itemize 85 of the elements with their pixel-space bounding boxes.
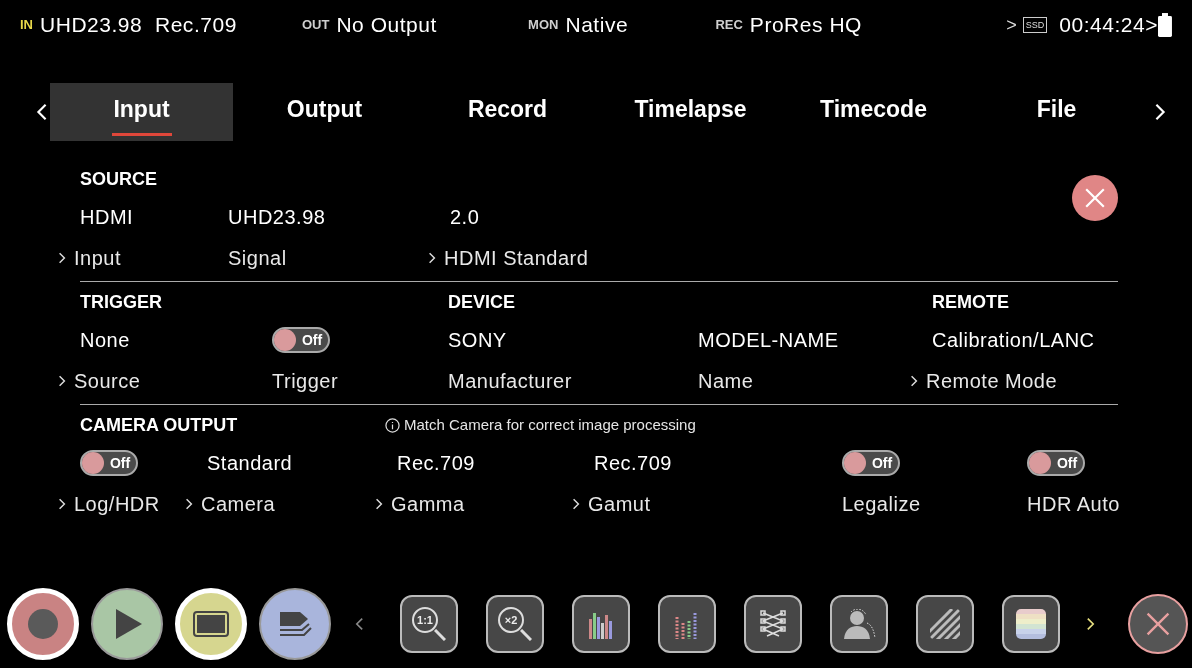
- section-heading: DEVICE: [448, 290, 516, 314]
- setting-value: HDMI: [80, 205, 134, 230]
- info-icon: [385, 417, 400, 433]
- setting-label[interactable]: Gamma: [375, 489, 465, 519]
- setting-label: HDR Auto: [1027, 492, 1120, 517]
- tool-button[interactable]: [830, 595, 888, 653]
- battery-icon: [1158, 13, 1172, 37]
- toggle-switch[interactable]: Off: [842, 450, 900, 476]
- stripes-icon: [930, 609, 960, 639]
- close-button[interactable]: [1128, 594, 1188, 654]
- chevron-right-icon[interactable]: [1086, 616, 1095, 632]
- status-tag: MON: [528, 15, 559, 35]
- toggle-switch[interactable]: Off: [80, 450, 138, 476]
- setting-value: Standard: [207, 451, 293, 476]
- tab[interactable]: File: [965, 83, 1148, 141]
- setting-value: 2.0: [450, 205, 480, 230]
- setting-value: Calibration/LANC: [932, 328, 1095, 353]
- chevron-right-icon: [910, 374, 918, 388]
- setting-value: SONY: [448, 328, 507, 353]
- setting-label[interactable]: HDMI Standard: [428, 243, 589, 273]
- setting-label: Signal: [228, 246, 287, 271]
- setting-value: None: [80, 328, 130, 353]
- tool-button[interactable]: [744, 595, 802, 653]
- tool-button[interactable]: ×2: [486, 595, 544, 653]
- chevron-right-icon: [58, 497, 66, 511]
- crossed-lines-icon: [757, 609, 789, 639]
- chevron-left-icon[interactable]: [355, 616, 364, 632]
- info-note: Match Camera for correct image processing: [404, 414, 696, 435]
- record-icon: [28, 609, 58, 639]
- tab[interactable]: Timelapse: [599, 83, 782, 141]
- chevron-left-icon[interactable]: [36, 102, 48, 122]
- storage-prefix: >: [1006, 13, 1017, 37]
- setting-value: Rec.709: [397, 451, 475, 476]
- status-tag: OUT: [301, 15, 330, 35]
- status-value: UHD23.98 Rec.709: [40, 12, 237, 39]
- tab[interactable]: Input: [50, 83, 233, 141]
- status-value: ProRes HQ: [749, 12, 862, 39]
- tool-button[interactable]: [658, 595, 716, 653]
- setting-value: Rec.709: [594, 451, 672, 476]
- setting-label[interactable]: Log/HDR: [58, 489, 160, 519]
- chevron-right-icon[interactable]: [1154, 102, 1166, 122]
- status-value: Native: [565, 12, 629, 39]
- status-tag: REC: [715, 15, 743, 35]
- setting-value: MODEL-NAME: [698, 328, 839, 353]
- setting-label[interactable]: Input: [58, 243, 121, 273]
- tags-icon: [278, 610, 312, 638]
- setting-label[interactable]: Gamut: [572, 489, 651, 519]
- screen-icon: [193, 611, 229, 637]
- toggle-switch[interactable]: Off: [1027, 450, 1085, 476]
- chevron-right-icon: [58, 251, 66, 265]
- tool-button[interactable]: [572, 595, 630, 653]
- chevron-right-icon: [428, 251, 436, 265]
- chevron-right-icon: [572, 497, 580, 511]
- tool-button[interactable]: 1:1: [400, 595, 458, 653]
- close-icon: [1084, 187, 1106, 209]
- tab[interactable]: Record: [416, 83, 599, 141]
- setting-label: Manufacturer: [448, 369, 572, 394]
- close-icon: [1145, 611, 1171, 637]
- section-heading: SOURCE: [80, 167, 157, 191]
- chevron-right-icon: [185, 497, 193, 511]
- status-value: No Output: [336, 12, 437, 39]
- tool-button[interactable]: [916, 595, 974, 653]
- toggle-switch[interactable]: Off: [272, 327, 330, 353]
- setting-label[interactable]: Remote Mode: [910, 366, 1058, 396]
- chevron-right-icon: [375, 497, 383, 511]
- tab[interactable]: Timecode: [782, 83, 965, 141]
- chevron-right-icon: [58, 374, 66, 388]
- setting-label[interactable]: Camera: [185, 489, 276, 519]
- setting-label[interactable]: Source: [58, 366, 141, 396]
- section-heading: REMOTE: [932, 290, 1009, 314]
- status-tag: IN: [20, 15, 33, 35]
- setting-label: Legalize: [842, 492, 921, 517]
- setting-label: Name: [698, 369, 754, 394]
- setting-value: UHD23.98: [228, 205, 326, 230]
- color-swatch-icon: [1016, 609, 1046, 639]
- section-heading: TRIGGER: [80, 290, 162, 314]
- play-icon: [116, 609, 142, 639]
- remaining-time: 00:44:24>: [1059, 12, 1159, 39]
- tab[interactable]: Output: [233, 83, 416, 141]
- person-silhouette-icon: [842, 609, 876, 639]
- section-heading: CAMERA OUTPUT: [80, 413, 238, 437]
- setting-label: Trigger: [272, 369, 339, 394]
- close-button[interactable]: [1072, 175, 1118, 221]
- tool-button[interactable]: [1002, 595, 1060, 653]
- ssd-icon: SSD: [1022, 17, 1048, 33]
